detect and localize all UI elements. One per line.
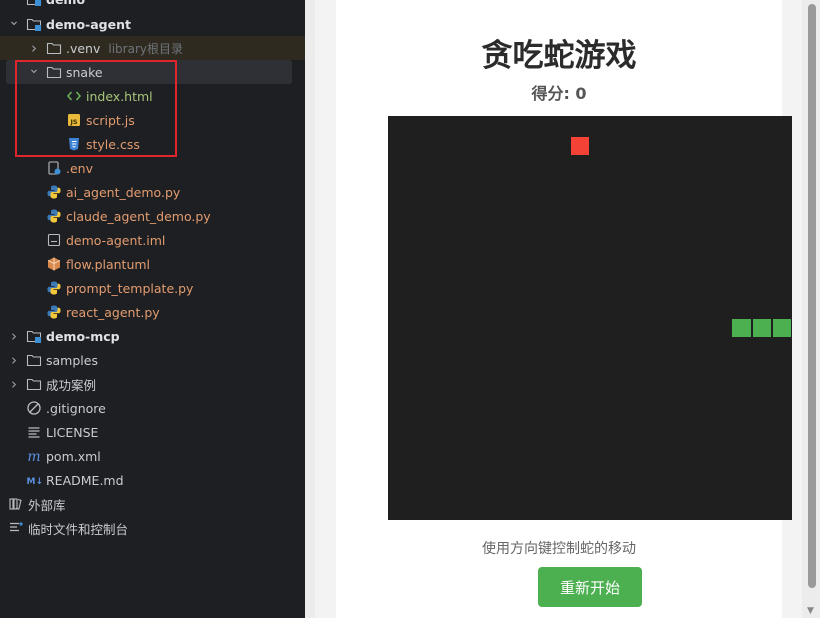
python-icon <box>46 280 62 296</box>
tree-item-react-agent-py[interactable]: react_agent.py <box>0 300 305 324</box>
game-board[interactable] <box>388 116 792 520</box>
snake-segment <box>772 319 791 338</box>
tree-item-ai-agent-demo-py[interactable]: ai_agent_demo.py <box>0 180 305 204</box>
tree-item-env[interactable]: .env <box>0 156 305 180</box>
tree-item-prompt-template-py[interactable]: prompt_template.py <box>0 276 305 300</box>
tree-item-label: .venv <box>66 40 101 56</box>
tree-item-pom-xml[interactable]: m pom.xml <box>0 444 305 468</box>
tree-item-demo-agent-iml[interactable]: demo-agent.iml <box>0 228 305 252</box>
svg-text:M↓: M↓ <box>27 477 43 487</box>
tree-item-label: samples <box>46 352 98 368</box>
python-icon <box>46 304 62 320</box>
iml-icon <box>46 232 62 248</box>
tree-item-label: demo-agent <box>46 16 131 32</box>
python-icon <box>46 208 62 224</box>
tree-item-label: react_agent.py <box>66 304 160 320</box>
tree-item-label: flow.plantuml <box>66 256 151 272</box>
tree-item-demo-mcp[interactable]: › demo-mcp <box>0 324 305 348</box>
project-tree: ⌄demo⌄demo-agent›.venvlibrary根目录⌄snakein… <box>0 0 305 618</box>
chevron-down-icon[interactable]: ⌄ <box>8 0 20 4</box>
chevron-right-icon[interactable]: › <box>8 327 20 345</box>
scroll-down-arrow-icon[interactable]: ▼ <box>807 606 814 616</box>
tree-item-readme-md[interactable]: M↓ README.md <box>0 468 305 492</box>
tree-item-[interactable]: › 成功案例 <box>0 372 305 396</box>
tree-item-venv[interactable]: › .venv library根目录 <box>0 36 305 60</box>
text-icon <box>26 424 42 440</box>
chevron-right-icon[interactable]: › <box>8 351 20 369</box>
module-folder-icon <box>26 328 42 344</box>
tree-item-label: LICENSE <box>46 424 99 440</box>
tree-item-samples[interactable]: › samples <box>0 348 305 372</box>
food-cell <box>570 137 589 156</box>
snake-segment <box>732 319 751 338</box>
game-page: 贪吃蛇游戏 得分: 0 使用方向键控制蛇的移动 重新开始 <box>315 0 802 618</box>
scratch-icon <box>8 520 24 536</box>
tree-item-gitignore[interactable]: .gitignore <box>0 396 305 420</box>
plantuml-icon <box>46 256 62 272</box>
tree-item-hint: library根目录 <box>108 41 183 56</box>
chevron-down-icon[interactable]: ⌄ <box>8 13 20 29</box>
browser-viewport: 贪吃蛇游戏 得分: 0 使用方向键控制蛇的移动 重新开始 ▼ <box>305 0 820 618</box>
folder-icon <box>26 376 42 392</box>
tree-item-label: README.md <box>46 472 124 488</box>
markdown-icon: M↓ <box>26 472 43 488</box>
vertical-scrollbar[interactable]: ▼ <box>806 0 818 618</box>
tree-item-label: demo-agent.iml <box>66 232 166 248</box>
chevron-right-icon[interactable]: › <box>28 39 40 57</box>
chevron-right-icon[interactable]: › <box>8 375 20 393</box>
game-title: 贪吃蛇游戏 <box>481 38 637 74</box>
tree-item-label: .gitignore <box>46 400 106 416</box>
tree-item-license[interactable]: LICENSE <box>0 420 305 444</box>
tree-item-demo-agent[interactable]: ⌄ demo-agent <box>0 12 305 36</box>
python-icon <box>46 184 62 200</box>
maven-icon: m <box>26 448 42 464</box>
folder-icon <box>26 352 42 368</box>
module-folder-icon <box>26 0 42 7</box>
tree-item-demo[interactable]: ⌄ demo <box>0 0 305 11</box>
ignore-icon <box>26 400 42 416</box>
score-display: 得分: 0 <box>531 84 587 103</box>
tree-item-label: 外部库 <box>28 497 66 513</box>
tree-item-label: .env <box>66 160 93 176</box>
highlight-annotation-box <box>15 60 177 157</box>
tree-item-label: 临时文件和控制台 <box>28 521 129 537</box>
tree-item-label: 成功案例 <box>46 377 97 393</box>
library-icon <box>8 496 24 512</box>
game-container: 贪吃蛇游戏 得分: 0 使用方向键控制蛇的移动 重新开始 <box>336 0 792 618</box>
restart-button[interactable]: 重新开始 <box>538 567 642 607</box>
scrollbar-thumb[interactable] <box>808 4 816 588</box>
tree-item-flow-plantuml[interactable]: flow.plantuml <box>0 252 305 276</box>
module-folder-icon <box>26 16 42 32</box>
env-icon <box>46 160 62 176</box>
snake-segment <box>752 319 771 338</box>
tree-item-label: claude_agent_demo.py <box>66 208 211 224</box>
tree-item-claude-agent-demo-py[interactable]: claude_agent_demo.py <box>0 204 305 228</box>
tree-item-label: demo <box>46 0 85 7</box>
tree-item-label: prompt_template.py <box>66 280 194 296</box>
tree-item-label: demo-mcp <box>46 328 120 344</box>
folder-icon <box>46 40 62 56</box>
tree-item-[interactable]: 外部库 <box>0 492 305 516</box>
tree-item-[interactable]: 临时文件和控制台 <box>0 516 305 540</box>
instructions-text: 使用方向键控制蛇的移动 <box>482 541 636 557</box>
svg-text:m: m <box>27 449 40 464</box>
tree-item-label: ai_agent_demo.py <box>66 184 181 200</box>
tree-item-label: pom.xml <box>46 448 101 464</box>
